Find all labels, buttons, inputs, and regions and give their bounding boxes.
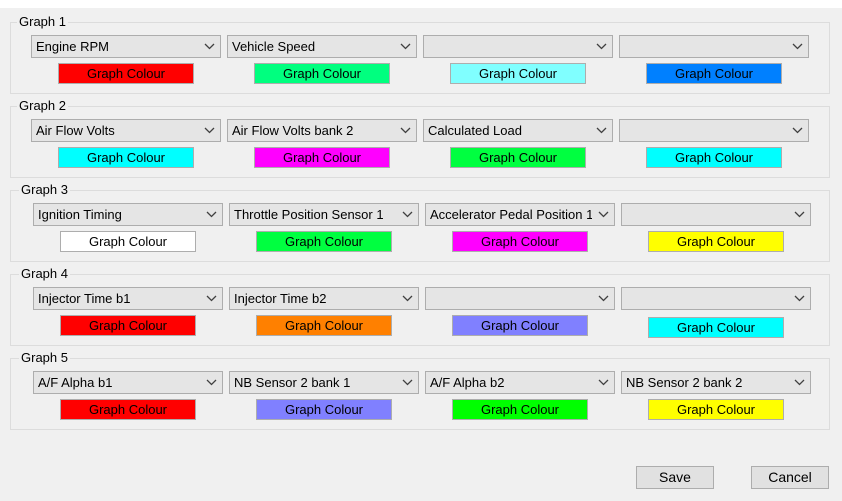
series-select-2[interactable]: Vehicle Speed: [227, 35, 417, 58]
chevron-down-icon: [794, 295, 805, 302]
chevron-down-icon: [596, 127, 607, 134]
chevron-down-icon: [206, 379, 217, 386]
graph-group-2: Graph 2 Air Flow Volts Graph Colour Air Flo…: [10, 98, 830, 178]
chevron-down-icon: [402, 211, 413, 218]
series-select-value: NB Sensor 2 bank 1: [234, 375, 351, 390]
series-select-1[interactable]: Ignition Timing: [33, 203, 223, 226]
series-select-2[interactable]: Injector Time b2: [229, 287, 419, 310]
series-select-3[interactable]: Accelerator Pedal Position 1: [425, 203, 615, 226]
chevron-down-icon: [794, 211, 805, 218]
series-select-value: A/F Alpha b2: [430, 375, 505, 390]
graph-colour-button-4[interactable]: Graph Colour: [646, 63, 782, 84]
graph-group-1: Graph 1 Engine RPM Graph Colour Vehicle Spe…: [10, 14, 830, 94]
graph-colour-button-4[interactable]: Graph Colour: [648, 231, 784, 252]
graph-colour-button-1[interactable]: Graph Colour: [58, 63, 194, 84]
graph-colour-button-4[interactable]: Graph Colour: [646, 147, 782, 168]
graph-colour-button-4[interactable]: Graph Colour: [648, 399, 784, 420]
series-select-value: Accelerator Pedal Position 1: [430, 207, 592, 222]
graph-colour-button-1[interactable]: Graph Colour: [60, 315, 196, 336]
series-select-3[interactable]: A/F Alpha b2: [425, 371, 615, 394]
graph-colour-button-4[interactable]: Graph Colour: [648, 317, 784, 338]
cancel-button[interactable]: Cancel: [751, 466, 829, 489]
series-select-value: Calculated Load: [428, 123, 522, 138]
chevron-down-icon: [206, 295, 217, 302]
group-title: Graph 4: [19, 266, 70, 282]
series-select-1[interactable]: Injector Time b1: [33, 287, 223, 310]
graph-colour-button-2[interactable]: Graph Colour: [254, 147, 390, 168]
graph-group-5: Graph 5 A/F Alpha b1 Graph Colour NB Sensor…: [10, 350, 830, 430]
series-select-value: NB Sensor 2 bank 2: [626, 375, 743, 390]
graph-colour-button-3[interactable]: Graph Colour: [452, 315, 588, 336]
graph-colour-button-1[interactable]: Graph Colour: [60, 231, 196, 252]
series-select-value: Injector Time b2: [234, 291, 327, 306]
graph-group-4: Graph 4 Injector Time b1 Graph Colour Injec…: [10, 266, 830, 346]
series-select-value: Air Flow Volts bank 2: [232, 123, 354, 138]
graph-colour-button-3[interactable]: Graph Colour: [450, 147, 586, 168]
series-select-value: Ignition Timing: [38, 207, 122, 222]
chevron-down-icon: [400, 127, 411, 134]
series-select-4[interactable]: [619, 35, 809, 58]
chevron-down-icon: [598, 295, 609, 302]
series-select-2[interactable]: Throttle Position Sensor 1: [229, 203, 419, 226]
chevron-down-icon: [598, 211, 609, 218]
series-select-3[interactable]: [423, 35, 613, 58]
series-select-4[interactable]: [621, 287, 811, 310]
chevron-down-icon: [204, 43, 215, 50]
series-select-value: Throttle Position Sensor 1: [234, 207, 384, 222]
series-select-value: Engine RPM: [36, 39, 109, 54]
series-select-2[interactable]: NB Sensor 2 bank 1: [229, 371, 419, 394]
chevron-down-icon: [204, 127, 215, 134]
chevron-down-icon: [206, 211, 217, 218]
graph-colour-button-3[interactable]: Graph Colour: [452, 231, 588, 252]
series-select-3[interactable]: Calculated Load: [423, 119, 613, 142]
series-select-4[interactable]: [621, 203, 811, 226]
group-title: Graph 3: [19, 182, 70, 198]
graph-colour-button-3[interactable]: Graph Colour: [450, 63, 586, 84]
series-select-value: Vehicle Speed: [232, 39, 316, 54]
save-button[interactable]: Save: [636, 466, 714, 489]
series-select-1[interactable]: Air Flow Volts: [31, 119, 221, 142]
graph-colour-button-2[interactable]: Graph Colour: [256, 399, 392, 420]
group-title: Graph 5: [19, 350, 70, 366]
graph-colour-button-3[interactable]: Graph Colour: [452, 399, 588, 420]
chevron-down-icon: [794, 379, 805, 386]
chevron-down-icon: [598, 379, 609, 386]
series-select-3[interactable]: [425, 287, 615, 310]
series-select-4[interactable]: NB Sensor 2 bank 2: [621, 371, 811, 394]
series-select-1[interactable]: Engine RPM: [31, 35, 221, 58]
graph-colour-button-1[interactable]: Graph Colour: [58, 147, 194, 168]
graph-colour-button-1[interactable]: Graph Colour: [60, 399, 196, 420]
graph-group-3: Graph 3 Ignition Timing Graph Colour Thrott…: [10, 182, 830, 262]
series-select-2[interactable]: Air Flow Volts bank 2: [227, 119, 417, 142]
graph-colour-button-2[interactable]: Graph Colour: [256, 231, 392, 252]
chevron-down-icon: [792, 127, 803, 134]
graph-colour-button-2[interactable]: Graph Colour: [254, 63, 390, 84]
top-strip: [0, 0, 842, 8]
series-select-value: Air Flow Volts: [36, 123, 115, 138]
chevron-down-icon: [402, 295, 413, 302]
group-title: Graph 1: [17, 14, 68, 30]
group-title: Graph 2: [17, 98, 68, 114]
series-select-value: Injector Time b1: [38, 291, 131, 306]
series-select-value: A/F Alpha b1: [38, 375, 113, 390]
series-select-4[interactable]: [619, 119, 809, 142]
chevron-down-icon: [596, 43, 607, 50]
series-select-1[interactable]: A/F Alpha b1: [33, 371, 223, 394]
chevron-down-icon: [402, 379, 413, 386]
graph-colour-button-2[interactable]: Graph Colour: [256, 315, 392, 336]
chevron-down-icon: [792, 43, 803, 50]
chevron-down-icon: [400, 43, 411, 50]
